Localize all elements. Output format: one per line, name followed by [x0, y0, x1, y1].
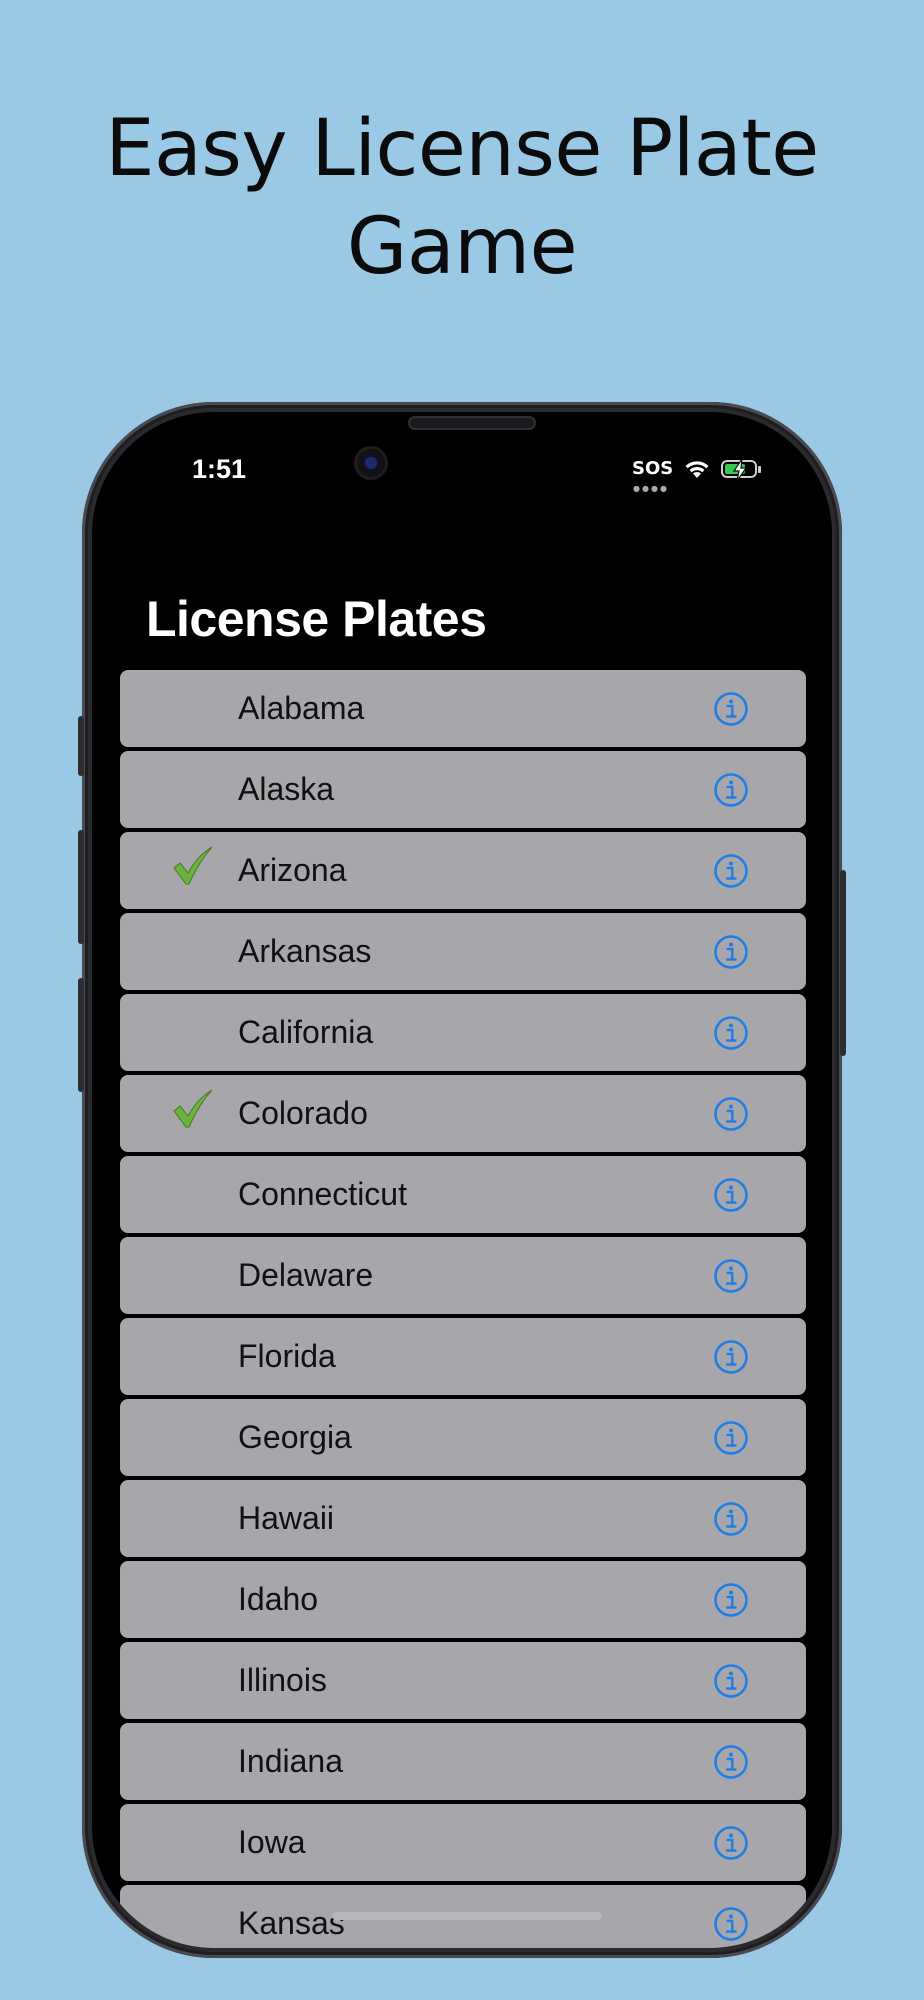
nav-title: License Plates	[146, 591, 487, 647]
list-item[interactable]: Delaware	[120, 1237, 806, 1314]
info-icon[interactable]	[713, 1582, 749, 1618]
status-indicators: SOS ●●●●	[632, 452, 762, 494]
front-camera	[354, 446, 388, 480]
phone-frame: 1:51 SOS ●●●● License Plates Alabama Alas…	[78, 402, 846, 1958]
checkmark-icon	[173, 846, 213, 885]
info-icon[interactable]	[713, 1825, 749, 1861]
state-name: Connecticut	[238, 1176, 407, 1212]
sos-label: SOS	[632, 458, 674, 479]
earpiece-speaker	[410, 418, 534, 428]
list-item[interactable]: Illinois	[120, 1642, 806, 1719]
info-icon[interactable]	[713, 1177, 749, 1213]
list-item[interactable]: Colorado	[120, 1075, 806, 1152]
charging-bolt-icon	[733, 458, 748, 482]
list-item[interactable]: California	[120, 994, 806, 1071]
state-name: Idaho	[238, 1581, 319, 1617]
state-list: Alabama Alaska Arizona Arkansas California Co…	[120, 670, 806, 1948]
list-item[interactable]: Georgia	[120, 1399, 806, 1476]
home-indicator[interactable]	[332, 1912, 602, 1920]
list-item[interactable]: Indiana	[120, 1723, 806, 1800]
state-name: Georgia	[238, 1419, 352, 1455]
list-item[interactable]: Idaho	[120, 1561, 806, 1638]
headline-line-2: Game	[346, 202, 578, 292]
status-time: 1:51	[192, 454, 247, 484]
state-name: Arkansas	[238, 933, 372, 969]
info-icon[interactable]	[713, 1663, 749, 1699]
state-name: Florida	[238, 1338, 336, 1374]
state-name: Delaware	[238, 1257, 374, 1293]
list-item[interactable]: Alabama	[120, 670, 806, 747]
info-icon[interactable]	[713, 1339, 749, 1375]
info-icon[interactable]	[713, 772, 749, 808]
list-item[interactable]: Florida	[120, 1318, 806, 1395]
list-item[interactable]: Arkansas	[120, 913, 806, 990]
volume-down-button	[78, 978, 84, 1092]
list-item[interactable]: Connecticut	[120, 1156, 806, 1233]
state-name: Arizona	[238, 852, 347, 888]
action-button	[78, 716, 84, 776]
state-name: Hawaii	[238, 1500, 335, 1536]
info-icon[interactable]	[713, 1096, 749, 1132]
phone-screen: 1:51 SOS ●●●● License Plates Alabama Alas…	[92, 412, 832, 1948]
volume-up-button	[78, 830, 84, 944]
info-icon[interactable]	[713, 1501, 749, 1537]
sos-indicator: SOS ●●●●	[632, 458, 674, 494]
info-icon[interactable]	[713, 1015, 749, 1051]
list-item[interactable]: Iowa	[120, 1804, 806, 1881]
info-icon[interactable]	[713, 1420, 749, 1456]
headline-line-1: Easy License Plate	[105, 104, 819, 194]
info-icon[interactable]	[713, 691, 749, 727]
state-name: Alaska	[238, 771, 335, 807]
wifi-icon	[685, 461, 709, 478]
state-name: California	[238, 1014, 374, 1050]
checkmark-icon	[173, 1089, 213, 1128]
list-item[interactable]: Hawaii	[120, 1480, 806, 1557]
info-icon[interactable]	[713, 1744, 749, 1780]
state-name: Kansas	[238, 1905, 345, 1941]
state-name: Illinois	[238, 1662, 327, 1698]
signal-dots-icon: ●●●●	[633, 484, 669, 493]
info-icon[interactable]	[713, 1258, 749, 1294]
list-item[interactable]: Arizona	[120, 832, 806, 909]
power-button	[840, 870, 846, 1056]
info-icon[interactable]	[713, 1906, 749, 1942]
state-name: Alabama	[238, 690, 365, 726]
battery-icon	[721, 458, 762, 482]
state-name: Iowa	[238, 1824, 306, 1860]
state-name: Colorado	[238, 1095, 368, 1131]
info-icon[interactable]	[713, 853, 749, 889]
info-icon[interactable]	[713, 934, 749, 970]
state-name: Indiana	[238, 1743, 343, 1779]
list-item[interactable]: Alaska	[120, 751, 806, 828]
promo-headline: Easy License Plate Game	[0, 100, 924, 296]
